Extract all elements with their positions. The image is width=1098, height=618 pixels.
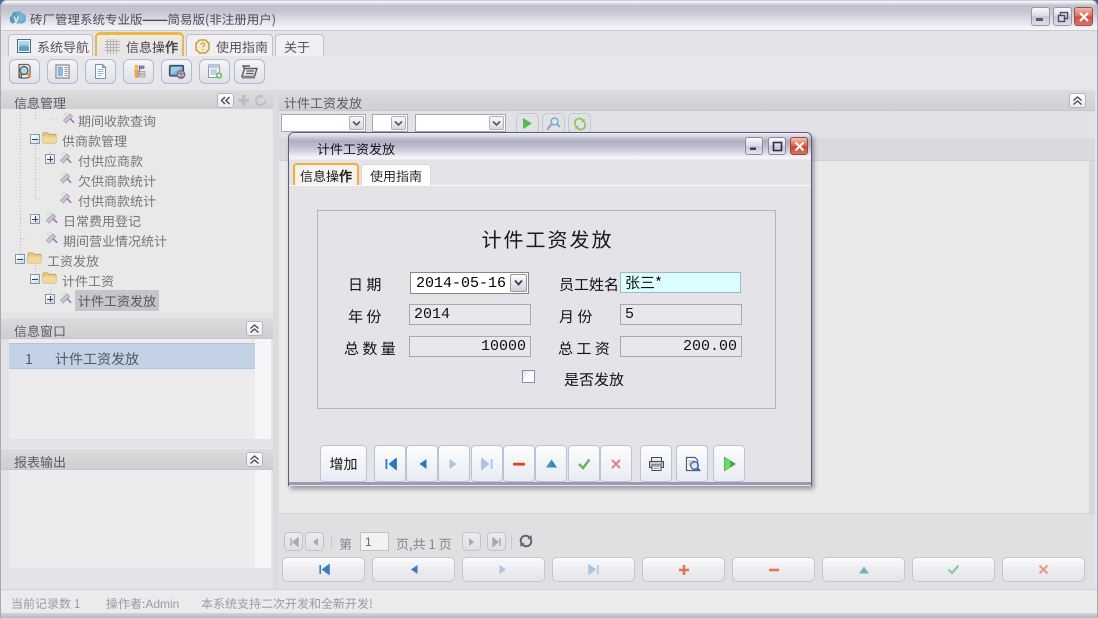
- svg-text:y: y: [13, 13, 19, 25]
